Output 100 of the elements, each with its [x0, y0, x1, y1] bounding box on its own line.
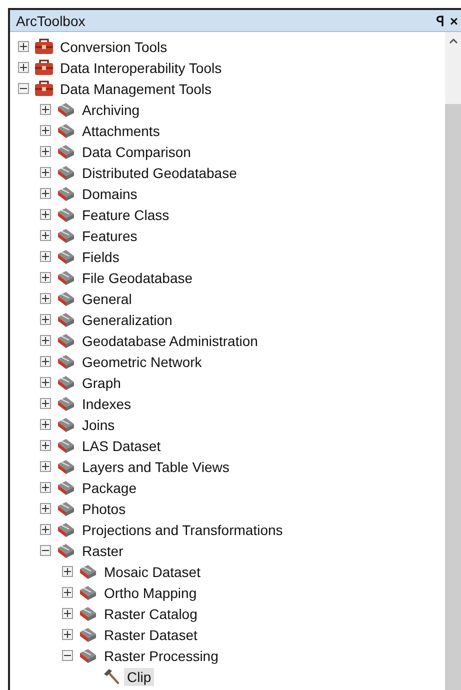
- tree-item[interactable]: Raster Catalog: [101, 604, 200, 622]
- plus-icon: [42, 148, 49, 155]
- tree-item[interactable]: Conversion Tools: [57, 38, 170, 56]
- expander-button[interactable]: [40, 335, 51, 346]
- plus-icon: [42, 379, 49, 386]
- tree-item[interactable]: Raster Dataset: [101, 626, 200, 644]
- tree-item[interactable]: Geometric Network: [79, 352, 205, 370]
- toolset-icon: [56, 122, 76, 139]
- plus-icon: [42, 505, 49, 512]
- plus-icon: [42, 106, 49, 113]
- tree-item[interactable]: Raster: [79, 542, 126, 560]
- tree-item[interactable]: Projections and Transformations: [79, 520, 286, 538]
- toolset-icon: [56, 269, 76, 286]
- expander-button[interactable]: [40, 167, 51, 178]
- expander-button[interactable]: [40, 272, 51, 283]
- toolset-icon: [56, 374, 76, 391]
- expander-button[interactable]: [40, 104, 51, 115]
- tree-item[interactable]: Photos: [79, 500, 129, 518]
- toolset-icon: [56, 248, 76, 265]
- plus-icon: [42, 442, 49, 449]
- expander-button[interactable]: [40, 377, 51, 388]
- toolbox-icon: [34, 38, 54, 55]
- plus-icon: [42, 400, 49, 407]
- expander-button[interactable]: [40, 188, 51, 199]
- expander-button[interactable]: [62, 629, 73, 640]
- expander-button[interactable]: [40, 230, 51, 241]
- tree-item[interactable]: LAS Dataset: [79, 436, 164, 454]
- plus-icon: [42, 127, 49, 134]
- toolset-icon: [78, 647, 98, 664]
- expander-button[interactable]: [40, 356, 51, 367]
- plus-icon: [42, 232, 49, 239]
- expander-button[interactable]: [18, 83, 29, 94]
- tree-item[interactable]: File Geodatabase: [79, 268, 196, 286]
- expander-button[interactable]: [40, 251, 51, 262]
- tree-item[interactable]: Domains: [79, 184, 140, 202]
- plus-icon: [42, 253, 49, 260]
- expander-button[interactable]: [40, 482, 51, 493]
- tree-item[interactable]: Fields: [79, 248, 122, 266]
- toolset-icon: [56, 227, 76, 244]
- pin-button[interactable]: ꟼ: [432, 14, 447, 28]
- expander-button[interactable]: [40, 398, 51, 409]
- expander-button[interactable]: [40, 209, 51, 220]
- expander-button[interactable]: [40, 146, 51, 157]
- toolset-icon: [56, 437, 76, 454]
- plus-icon: [64, 568, 71, 575]
- expander-button[interactable]: [40, 440, 51, 451]
- tree-item[interactable]: Clip: [124, 668, 154, 686]
- tree-item[interactable]: Attachments: [79, 122, 163, 140]
- tree-item[interactable]: Data Management Tools: [57, 80, 214, 98]
- chevron-up-icon: [448, 38, 458, 44]
- tree-item[interactable]: Data Interoperability Tools: [57, 58, 225, 76]
- tree-item[interactable]: Geodatabase Administration: [79, 332, 261, 350]
- toolset-icon: [56, 206, 76, 223]
- minus-icon: [20, 85, 27, 92]
- toolset-icon: [56, 311, 76, 328]
- toolset-icon: [78, 605, 98, 622]
- tree-item[interactable]: Joins: [79, 416, 118, 434]
- plus-icon: [42, 358, 49, 365]
- close-button[interactable]: ×: [446, 14, 461, 28]
- plus-icon: [42, 484, 49, 491]
- expander-button[interactable]: [40, 125, 51, 136]
- tree-item[interactable]: Mosaic Dataset: [101, 562, 204, 580]
- tree-item[interactable]: Raster Processing: [101, 646, 222, 664]
- expander-button[interactable]: [40, 545, 51, 556]
- expander-button[interactable]: [40, 461, 51, 472]
- toolbox-icon: [34, 59, 54, 76]
- expander-button[interactable]: [62, 566, 73, 577]
- plus-icon: [20, 43, 27, 50]
- toolset-icon: [78, 563, 98, 580]
- toolset-icon: [56, 332, 76, 349]
- expander-button[interactable]: [40, 524, 51, 535]
- tree-item[interactable]: Ortho Mapping: [101, 584, 200, 602]
- tree-item[interactable]: Archiving: [79, 100, 143, 118]
- panel-title: ArcToolbox: [16, 12, 86, 28]
- tree-item[interactable]: Indexes: [79, 394, 134, 412]
- expander-button[interactable]: [40, 314, 51, 325]
- expander-button[interactable]: [18, 62, 29, 73]
- tree-item[interactable]: Data Comparison: [79, 142, 194, 160]
- tree-item[interactable]: General: [79, 290, 135, 308]
- expander-button[interactable]: [40, 293, 51, 304]
- tree-item[interactable]: Package: [79, 478, 140, 496]
- toolset-icon: [56, 185, 76, 202]
- plus-icon: [64, 589, 71, 596]
- tree-item[interactable]: Layers and Table Views: [79, 458, 232, 476]
- toolset-icon: [78, 626, 98, 643]
- tree-item[interactable]: Generalization: [79, 310, 176, 328]
- tree-item[interactable]: Feature Class: [79, 206, 172, 224]
- toolset-icon: [56, 164, 76, 181]
- expander-button[interactable]: [40, 419, 51, 430]
- plus-icon: [42, 169, 49, 176]
- expander-button[interactable]: [62, 650, 73, 661]
- expander-button[interactable]: [18, 41, 29, 52]
- tree-item[interactable]: Graph: [79, 374, 124, 392]
- expander-button[interactable]: [40, 503, 51, 514]
- plus-icon: [42, 316, 49, 323]
- expander-button[interactable]: [62, 608, 73, 619]
- minus-icon: [42, 547, 49, 554]
- expander-button[interactable]: [62, 587, 73, 598]
- tree-item[interactable]: Features: [79, 226, 140, 244]
- tree-item[interactable]: Distributed Geodatabase: [79, 164, 240, 182]
